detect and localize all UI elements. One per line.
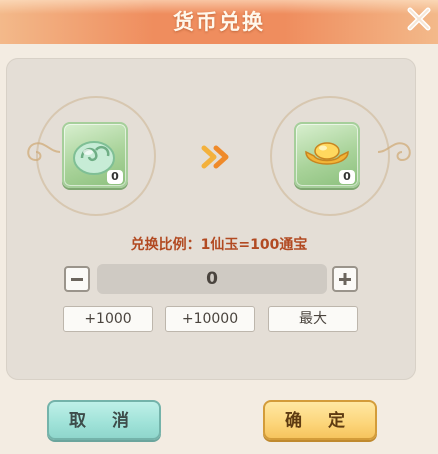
max-button[interactable]: 最大: [268, 306, 358, 332]
minus-icon: [71, 278, 83, 281]
close-button[interactable]: [402, 2, 436, 36]
decrease-button[interactable]: [64, 266, 90, 292]
dialog-title: 货币兑换: [173, 10, 265, 34]
source-item-card[interactable]: 0: [62, 122, 128, 188]
add-10000-button[interactable]: +10000: [165, 306, 255, 332]
increase-button[interactable]: [332, 266, 358, 292]
target-item-card[interactable]: 0: [294, 122, 360, 188]
target-item-count: 0: [339, 170, 355, 184]
source-item-count: 0: [107, 170, 123, 184]
exchange-arrow-icon: [201, 145, 229, 169]
close-icon: [407, 7, 431, 31]
plus-icon: [339, 273, 351, 285]
confirm-button[interactable]: 确 定: [263, 400, 377, 440]
cancel-button[interactable]: 取 消: [47, 400, 161, 440]
exchange-ratio-text: 兑换比例：1仙玉=100通宝: [130, 237, 308, 253]
amount-input[interactable]: 0: [97, 264, 327, 294]
add-1000-button[interactable]: +1000: [63, 306, 153, 332]
